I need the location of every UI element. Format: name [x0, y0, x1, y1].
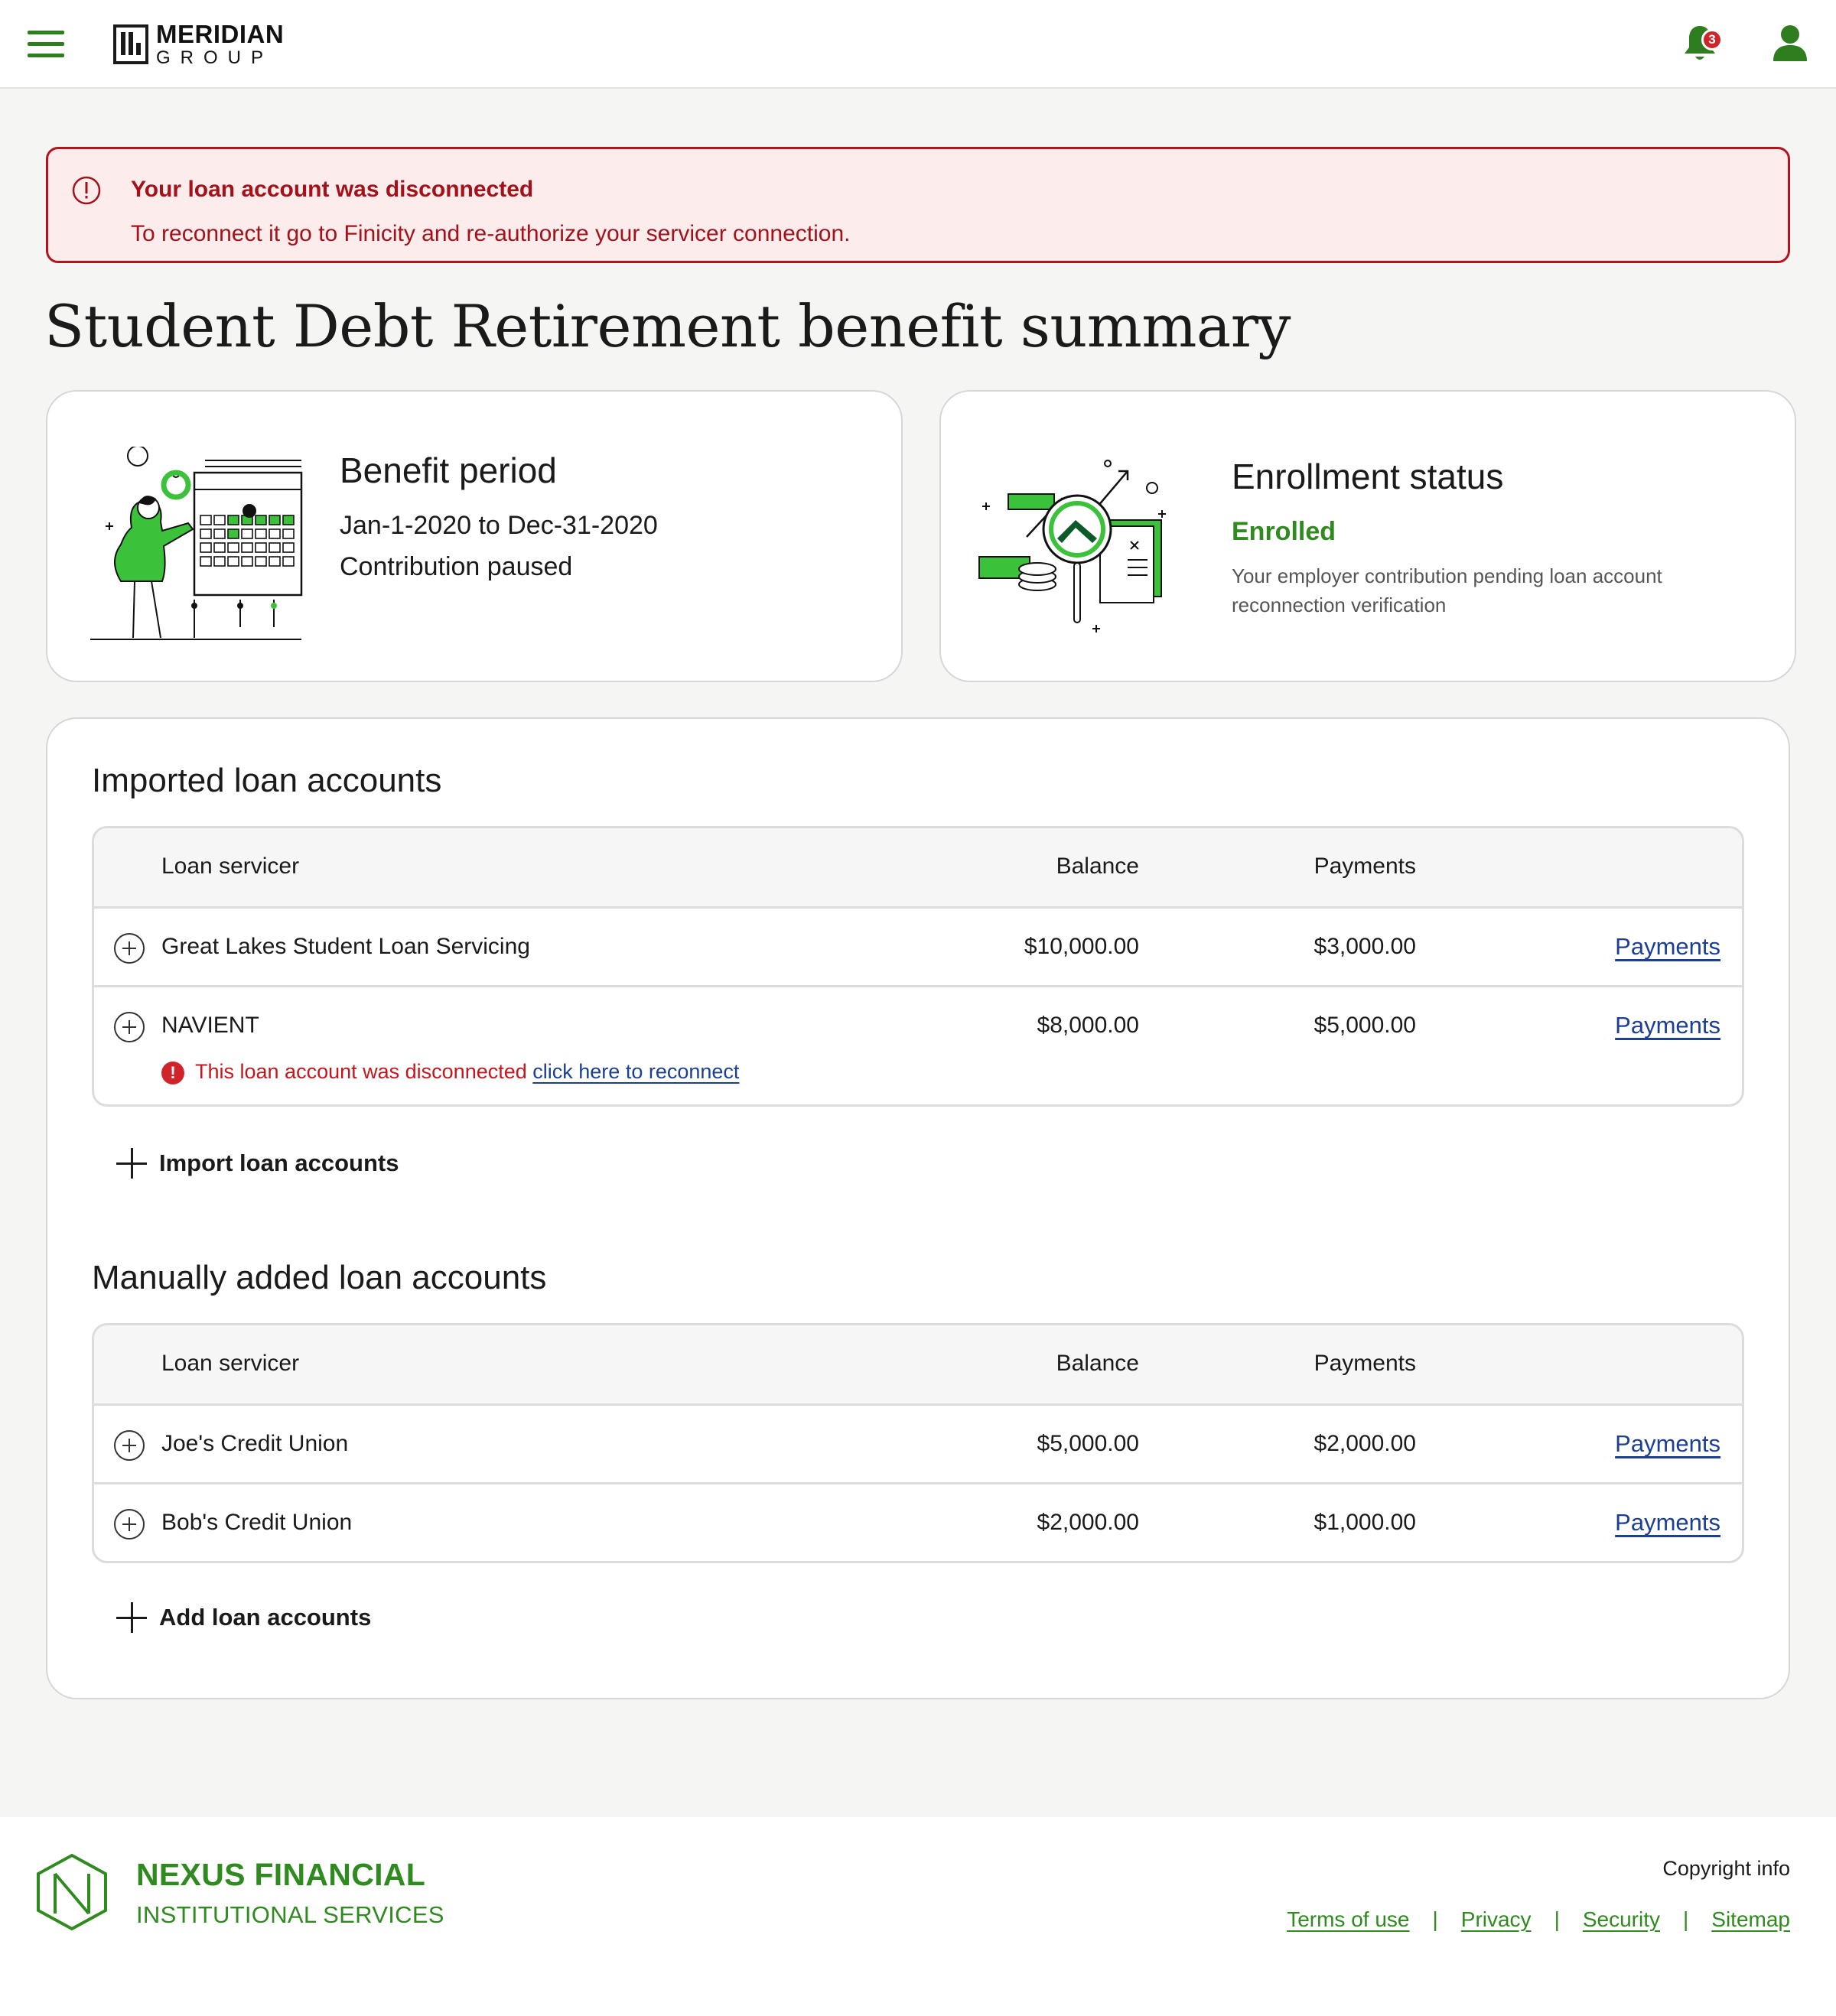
table-row: Joe's Credit Union $5,000.00 $2,000.00 P… — [94, 1403, 1742, 1482]
import-loan-accounts-button[interactable]: Import loan accounts — [116, 1144, 399, 1182]
table-row: NAVIENT $8,000.00 $5,000.00 Payments ! Th… — [94, 985, 1742, 1104]
logo-mark-icon — [113, 24, 148, 64]
benefit-period-title: Benefit period — [340, 450, 557, 490]
loan-payments: $1,000.00 — [1314, 1510, 1416, 1535]
add-loan-accounts-label: Add loan accounts — [159, 1604, 372, 1631]
expand-row-plus-icon[interactable] — [114, 1509, 145, 1540]
loan-servicer-name: Joe's Credit Union — [161, 1431, 349, 1456]
column-header-payments: Payments — [1314, 854, 1416, 879]
footer-links: Terms of use | Privacy | Security | Site… — [1287, 1907, 1790, 1932]
loan-payments: $2,000.00 — [1314, 1431, 1416, 1456]
user-profile-icon[interactable] — [1772, 23, 1808, 64]
column-header-loan-servicer: Loan servicer — [161, 1351, 300, 1376]
footer-brand-name: NEXUS FINANCIAL — [136, 1857, 426, 1892]
notification-count-badge: 3 — [1701, 29, 1723, 50]
loan-servicer-name: Great Lakes Student Loan Servicing — [161, 934, 530, 959]
enrollment-status-title: Enrollment status — [1232, 457, 1504, 496]
footer-separator: | — [1554, 1907, 1560, 1931]
nexus-logo-icon — [37, 1853, 107, 1931]
payments-link[interactable]: Payments — [1615, 1484, 1720, 1561]
plus-icon — [116, 1148, 147, 1179]
enrollment-status-description: Your employer contribution pending loan … — [1232, 564, 1662, 616]
payments-link[interactable]: Payments — [1615, 909, 1720, 985]
page-title: Student Debt Retirement benefit summary — [44, 292, 1291, 360]
table-row: Great Lakes Student Loan Servicing $10,0… — [94, 906, 1742, 985]
table-header-row: Loan servicer Balance Payments — [94, 1325, 1742, 1403]
add-loan-accounts-button[interactable]: Add loan accounts — [116, 1598, 371, 1637]
expand-row-plus-icon[interactable] — [114, 933, 145, 964]
plus-icon — [116, 1602, 147, 1633]
alert-message: To reconnect it go to Finicity and re-au… — [131, 221, 851, 246]
warning-icon — [72, 176, 101, 205]
loan-servicer-name: Bob's Credit Union — [161, 1510, 353, 1535]
loan-balance: $8,000.00 — [1037, 1013, 1139, 1038]
loan-payments: $3,000.00 — [1314, 934, 1416, 959]
loan-payments: $5,000.00 — [1314, 1013, 1416, 1038]
column-header-loan-servicer: Loan servicer — [161, 854, 300, 879]
sitemap-link[interactable]: Sitemap — [1711, 1907, 1790, 1932]
footer-separator: | — [1683, 1907, 1689, 1931]
menu-icon[interactable] — [28, 31, 64, 58]
loan-accounts-panel: Imported loan accounts Loan servicer Bal… — [46, 717, 1790, 1699]
column-header-balance: Balance — [1056, 1351, 1139, 1376]
manual-loans-title: Manually added loan accounts — [92, 1259, 547, 1296]
column-header-balance: Balance — [1056, 854, 1139, 879]
loan-balance: $5,000.00 — [1037, 1431, 1139, 1456]
disconnected-notice: ! This loan account was disconnected clic… — [161, 1056, 739, 1087]
reconnect-link[interactable]: click here to reconnect — [532, 1060, 739, 1083]
manual-loans-table: Loan servicer Balance Payments Joe's Cre… — [92, 1323, 1744, 1563]
expand-row-plus-icon[interactable] — [114, 1012, 145, 1042]
copyright-info: Copyright info — [1662, 1857, 1790, 1880]
terms-of-use-link[interactable]: Terms of use — [1287, 1907, 1409, 1932]
table-header-row: Loan servicer Balance Payments — [94, 828, 1742, 906]
top-navigation-bar: MERIDIAN GROUP 3 — [0, 0, 1836, 89]
import-loan-accounts-label: Import loan accounts — [159, 1149, 399, 1176]
calendar-person-illustration — [90, 447, 303, 640]
payments-link[interactable]: Payments — [1615, 987, 1720, 1064]
enrollment-status-value: Enrolled — [1232, 517, 1336, 546]
loan-balance: $2,000.00 — [1037, 1510, 1139, 1535]
payments-link[interactable]: Payments — [1615, 1406, 1720, 1482]
footer-brand-tagline: INSTITUTIONAL SERVICES — [136, 1901, 444, 1928]
finance-magnifier-illustration — [978, 460, 1166, 632]
footer-separator: | — [1432, 1907, 1438, 1931]
security-link[interactable]: Security — [1583, 1907, 1660, 1932]
expand-row-plus-icon[interactable] — [114, 1430, 145, 1461]
column-header-payments: Payments — [1314, 1351, 1416, 1376]
alert-title: Your loan account was disconnected — [131, 177, 534, 202]
table-row: Bob's Credit Union $2,000.00 $1,000.00 P… — [94, 1482, 1742, 1561]
privacy-link[interactable]: Privacy — [1461, 1907, 1532, 1932]
benefit-period-card: Benefit period Jan-1-2020 to Dec-31-2020… — [46, 390, 903, 682]
page-footer: NEXUS FINANCIAL INSTITUTIONAL SERVICES C… — [0, 1817, 1836, 2016]
logo-text-secondary: GROUP — [156, 47, 274, 68]
loan-balance: $10,000.00 — [1024, 934, 1139, 959]
benefit-period-dates: Jan-1-2020 to Dec-31-2020 — [340, 511, 658, 540]
logo-text-primary: MERIDIAN — [156, 20, 285, 48]
loan-servicer-name: NAVIENT — [161, 1013, 259, 1038]
disconnected-text: This loan account was disconnected — [195, 1060, 527, 1083]
imported-loans-title: Imported loan accounts — [92, 762, 442, 799]
imported-loans-table: Loan servicer Balance Payments Great Lak… — [92, 826, 1744, 1107]
error-icon: ! — [161, 1061, 184, 1084]
enrollment-status-card: Enrollment status Enrolled Your employer… — [939, 390, 1796, 682]
disconnected-alert-banner: Your loan account was disconnected To re… — [46, 147, 1790, 263]
meridian-logo[interactable]: MERIDIAN GROUP — [113, 21, 284, 67]
contribution-status: Contribution paused — [340, 552, 573, 581]
